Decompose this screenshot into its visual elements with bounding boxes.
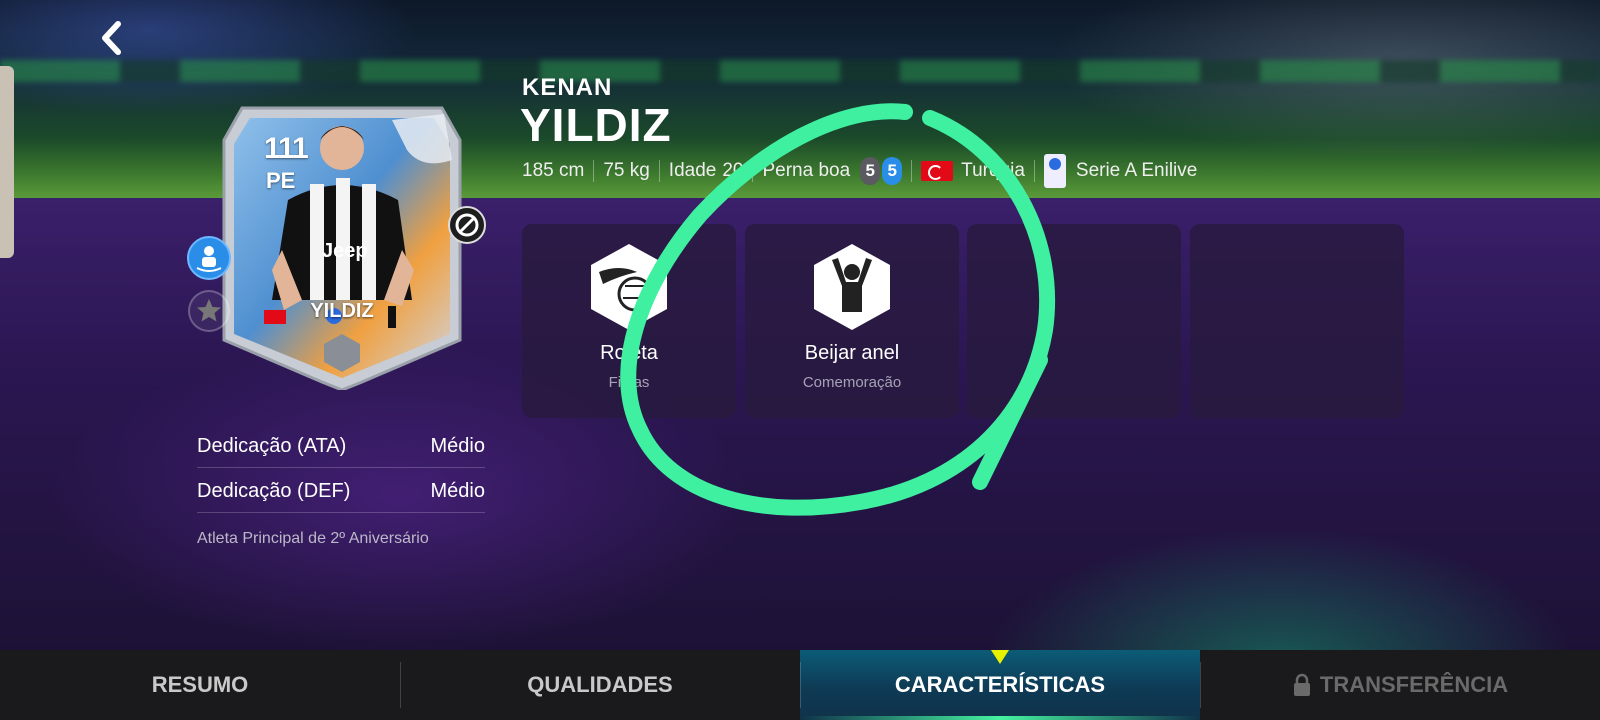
tab-transferencia[interactable]: TRANSFERÊNCIA (1200, 650, 1600, 720)
back-button[interactable] (96, 18, 126, 58)
weak-foot-rating: 5 (860, 157, 881, 185)
player-card[interactable]: 111 PE Jeep YILDIZ (212, 100, 472, 390)
celebration-icon (814, 244, 890, 330)
tab-label: TRANSFERÊNCIA (1319, 672, 1509, 697)
work-rate-defense: Dedicação (DEF) Médio (197, 469, 485, 513)
chevron-left-icon (102, 21, 121, 55)
work-rate-label: Dedicação (ATA) (197, 434, 347, 457)
divider (658, 160, 660, 182)
card-sponsor: Jeep (322, 240, 368, 262)
player-league: Serie A Enilive (1075, 160, 1198, 181)
trait-category: Fintas (608, 374, 650, 391)
divider (752, 160, 754, 182)
tab-label: RESUMO (151, 672, 249, 697)
trait-name: Roleta (600, 342, 658, 364)
tab-label: QUALIDADES (527, 672, 673, 697)
tab-qualidades[interactable]: QUALIDADES (400, 650, 800, 720)
tab-caracteristicas[interactable]: CARACTERÍSTICAS (800, 650, 1200, 720)
trait-slot-3-empty[interactable] (967, 224, 1181, 418)
tab-label: CARACTERÍSTICAS (894, 672, 1106, 697)
turkey-flag-icon (921, 161, 954, 181)
favorite-button[interactable] (188, 290, 230, 332)
league-icon (1043, 154, 1066, 188)
player-last-name: YILDIZ (520, 99, 672, 151)
card-position: PE (266, 168, 296, 193)
player-age-label: Idade (668, 160, 717, 181)
trait-category: Comemoração (802, 374, 902, 391)
bottom-tab-bar: RESUMO QUALIDADES CARACTERÍSTICAS TRANSF… (0, 650, 1600, 720)
trait-name: Beijar anel (804, 342, 900, 364)
strong-foot-rating: 5 (882, 157, 903, 185)
lock-icon (1293, 673, 1310, 696)
card-player-name: YILDIZ (310, 300, 374, 322)
divider (1033, 160, 1035, 182)
player-swap-icon (196, 246, 222, 272)
no-chemistry-icon (455, 213, 479, 237)
player-nationality: Turquia (961, 160, 1025, 181)
active-tab-underline (800, 716, 1200, 720)
player-weight: 75 kg (603, 160, 650, 181)
player-age-value: 20 (722, 160, 744, 181)
divider (911, 160, 913, 182)
card-overall-rating: 111 (264, 132, 309, 165)
player-height: 185 cm (522, 160, 585, 181)
trait-slot-4-empty[interactable] (1190, 224, 1404, 418)
special-card-label: Atleta Principal de 2º Aniversário (197, 530, 429, 547)
work-rate-value: Médio (430, 479, 485, 502)
work-rate-attack: Dedicação (ATA) Médio (197, 424, 485, 468)
tab-resumo[interactable]: RESUMO (0, 650, 400, 720)
card-badge (448, 206, 486, 244)
trait-slot-2[interactable]: Beijar anel Comemoração (745, 224, 959, 418)
work-rate-value: Médio (430, 434, 485, 457)
swap-player-button[interactable] (187, 236, 231, 280)
player-info-row: 185 cm 75 kg Idade 20 Perna boa 5 5 Turq… (522, 154, 1198, 188)
star-icon (197, 299, 221, 322)
side-drawer-handle[interactable] (0, 66, 14, 258)
divider (197, 512, 485, 513)
divider (197, 467, 485, 468)
trait-slot-1[interactable]: Roleta Fintas (522, 224, 736, 418)
work-rate-label: Dedicação (DEF) (197, 479, 351, 502)
skill-move-icon (591, 244, 667, 330)
foot-label: Perna boa (762, 160, 851, 181)
divider (593, 160, 595, 182)
